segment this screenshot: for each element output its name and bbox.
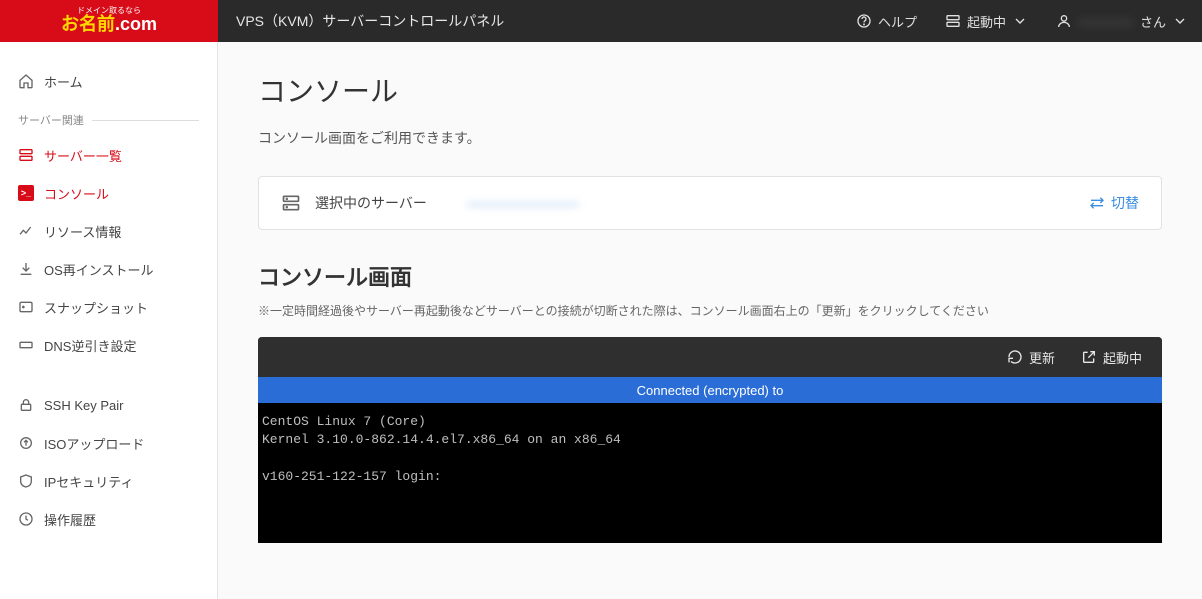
main-content: コンソール コンソール画面をご利用できます。 選択中のサーバー ————————…	[218, 42, 1202, 599]
sidebar-item-label: OS再インストール	[44, 260, 154, 279]
console-section-title: コンソール画面	[258, 260, 1162, 292]
user-dropdown[interactable]: ———— さん	[1042, 0, 1202, 42]
launch-label: 起動中	[1103, 348, 1142, 367]
sidebar-item-history[interactable]: 操作履歴	[0, 500, 217, 538]
server-icon	[945, 13, 961, 29]
selected-server-name: ————————	[467, 195, 579, 211]
panel-title: VPS（KVM）サーバーコントロールパネル	[218, 11, 504, 31]
chevron-down-icon	[1172, 13, 1188, 29]
selected-server-bar: 選択中のサーバー ———————— 切替	[258, 176, 1162, 230]
sidebar-item-label: ISOアップロード	[44, 434, 144, 453]
status-label: 起動中	[967, 12, 1006, 31]
sidebar-item-ssh[interactable]: SSH Key Pair	[0, 386, 217, 424]
help-link[interactable]: ヘルプ	[842, 0, 931, 42]
sidebar-item-server-list[interactable]: サーバー一覧	[0, 136, 217, 174]
chevron-down-icon	[1012, 13, 1028, 29]
sidebar-item-ipsec[interactable]: IPセキュリティ	[0, 462, 217, 500]
console-window: 更新 起動中 Connected (encrypted) to CentOS L…	[258, 337, 1162, 543]
history-icon	[18, 511, 34, 527]
home-icon	[18, 73, 34, 89]
page-description: コンソール画面をご利用できます。	[258, 128, 1162, 148]
sidebar-item-reinstall[interactable]: OS再インストール	[0, 250, 217, 288]
sidebar-item-snapshot[interactable]: スナップショット	[0, 288, 217, 326]
sidebar-item-label: SSH Key Pair	[44, 398, 123, 413]
logo[interactable]: ドメイン取るなら お名前.com	[0, 0, 218, 42]
refresh-icon	[1007, 349, 1023, 365]
switch-label: 切替	[1111, 193, 1139, 213]
switch-server-button[interactable]: 切替	[1089, 193, 1139, 213]
server-list-icon	[18, 147, 34, 163]
sidebar-item-label: ホーム	[44, 72, 83, 91]
chart-icon	[18, 223, 34, 239]
console-status-bar: Connected (encrypted) to	[258, 377, 1162, 403]
sidebar-item-label: コンソール	[44, 184, 109, 203]
shield-icon	[18, 473, 34, 489]
refresh-label: 更新	[1029, 348, 1055, 367]
page-title: コンソール	[258, 70, 1162, 110]
external-link-icon	[1081, 349, 1097, 365]
sidebar-item-label: サーバー一覧	[44, 146, 122, 165]
sidebar-item-home[interactable]: ホーム	[0, 62, 217, 100]
server-icon	[281, 193, 301, 213]
download-icon	[18, 261, 34, 277]
help-label: ヘルプ	[878, 12, 917, 31]
dns-icon	[18, 337, 34, 353]
swap-icon	[1089, 195, 1105, 211]
sidebar-section-servers: サーバー関連	[0, 100, 217, 136]
sidebar: ホーム サーバー関連 サーバー一覧 >_ コンソール リソース情報 OS再インス…	[0, 42, 218, 599]
sidebar-item-label: IPセキュリティ	[44, 472, 134, 491]
sidebar-item-label: 操作履歴	[44, 510, 96, 529]
console-terminal[interactable]: CentOS Linux 7 (Core) Kernel 3.10.0-862.…	[258, 403, 1162, 543]
launch-button[interactable]: 起動中	[1081, 348, 1142, 367]
sidebar-item-resource[interactable]: リソース情報	[0, 212, 217, 250]
console-toolbar: 更新 起動中	[258, 337, 1162, 377]
help-icon	[856, 13, 872, 29]
logo-main: お名前.com	[61, 15, 157, 35]
sidebar-item-console[interactable]: >_ コンソール	[0, 174, 217, 212]
upload-icon	[18, 435, 34, 451]
sidebar-item-label: DNS逆引き設定	[44, 336, 136, 355]
lock-icon	[18, 397, 34, 413]
user-suffix: さん	[1140, 12, 1166, 31]
user-icon	[1056, 13, 1072, 29]
sidebar-item-label: スナップショット	[44, 298, 148, 317]
selected-server-label: 選択中のサーバー	[315, 193, 427, 213]
sidebar-item-label: リソース情報	[44, 222, 121, 241]
console-note: ※一定時間経過後やサーバー再起動後などサーバーとの接続が切断された際は、コンソー…	[258, 302, 1162, 319]
topbar: ドメイン取るなら お名前.com VPS（KVM）サーバーコントロールパネル ヘ…	[0, 0, 1202, 42]
refresh-button[interactable]: 更新	[1007, 348, 1055, 367]
snapshot-icon	[18, 299, 34, 315]
user-name: ————	[1078, 14, 1134, 29]
sidebar-item-iso[interactable]: ISOアップロード	[0, 424, 217, 462]
console-icon: >_	[18, 185, 34, 201]
sidebar-item-dns[interactable]: DNS逆引き設定	[0, 326, 217, 364]
status-dropdown[interactable]: 起動中	[931, 0, 1042, 42]
